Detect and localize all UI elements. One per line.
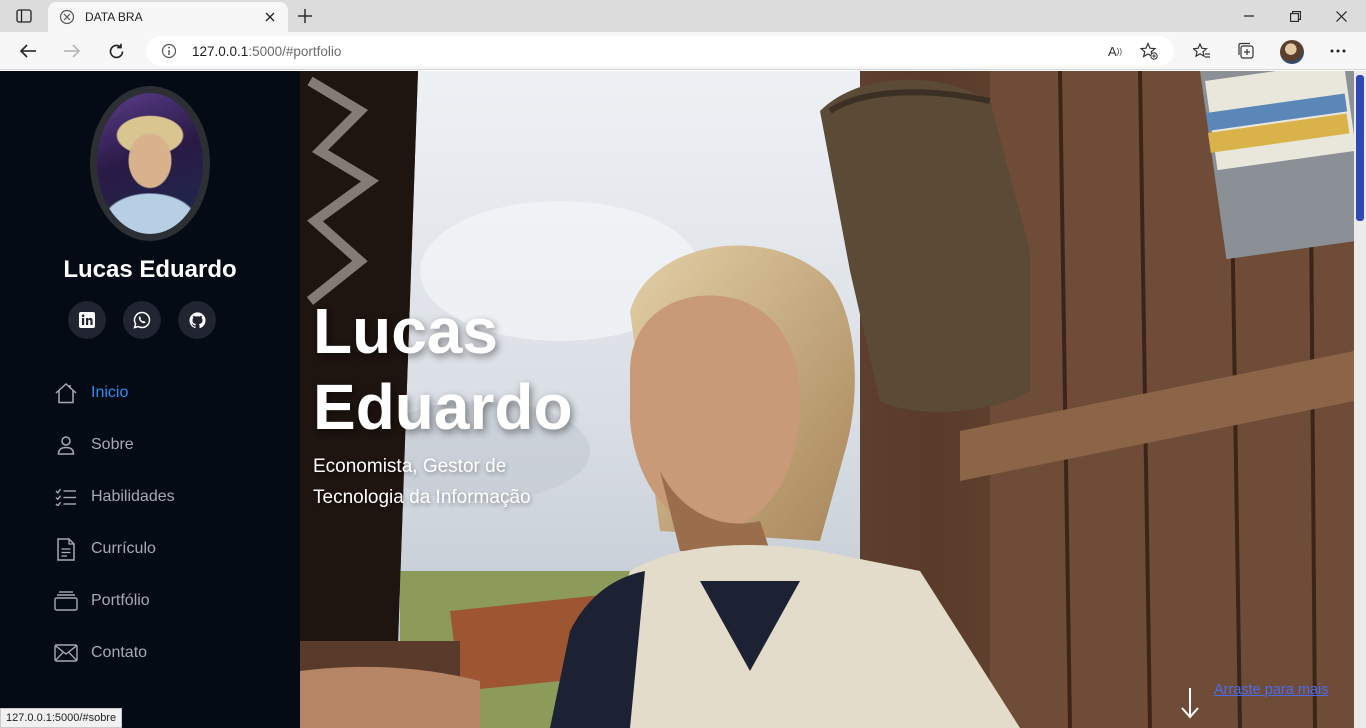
- menu-label-habilidades: Habilidades: [91, 488, 175, 505]
- status-url-tooltip: 127.0.0.1:5000/#sobre: [0, 708, 123, 728]
- profile-photo: [97, 93, 203, 234]
- favorites-icon[interactable]: [1186, 37, 1218, 65]
- menu-label-sobre: Sobre: [91, 436, 134, 453]
- site-info-icon[interactable]: [160, 42, 178, 60]
- home-icon: [54, 381, 78, 405]
- close-window-icon[interactable]: [1318, 0, 1364, 32]
- whatsapp-button[interactable]: [123, 301, 161, 339]
- minimize-icon[interactable]: [1226, 0, 1272, 32]
- hero-title: Lucas Eduardo: [313, 293, 573, 445]
- back-icon[interactable]: [13, 37, 43, 65]
- address-bar-row: 127.0.0.1:5000/#portfolio A)): [0, 32, 1366, 70]
- scrollbar-thumb[interactable]: [1356, 75, 1364, 221]
- whatsapp-icon: [133, 311, 151, 329]
- page-scrollbar[interactable]: [1354, 71, 1366, 728]
- menu-item-contato[interactable]: Contato: [54, 627, 175, 679]
- side-menu: Inicio Sobre Habilidades Currículo Portf…: [54, 367, 175, 679]
- add-favorite-icon[interactable]: [1136, 40, 1162, 62]
- close-tab-icon[interactable]: [258, 5, 282, 29]
- hero-subtitle: Economista, Gestor de Tecnologia da Info…: [313, 456, 531, 508]
- tab-actions-icon[interactable]: [10, 4, 38, 28]
- more-options-icon[interactable]: [1322, 37, 1354, 65]
- menu-item-curriculo[interactable]: Currículo: [54, 523, 175, 575]
- browser-tab[interactable]: DATA BRA: [48, 2, 288, 32]
- person-icon: [54, 433, 78, 457]
- envelope-icon: [54, 641, 78, 665]
- page: Lucas Eduardo Inicio Sobre Habilidades C…: [0, 71, 1366, 728]
- tab-favicon-icon: [58, 8, 76, 26]
- menu-label-contato: Contato: [91, 644, 148, 661]
- read-aloud-icon[interactable]: A)): [1102, 40, 1128, 62]
- menu-label-inicio: Inicio: [91, 384, 129, 401]
- sidebar: Lucas Eduardo Inicio Sobre Habilidades C…: [0, 71, 300, 728]
- restore-icon[interactable]: [1272, 0, 1318, 32]
- linkedin-button[interactable]: [68, 301, 106, 339]
- forward-icon[interactable]: [57, 37, 87, 65]
- hero-section: Lucas Eduardo Economista, Gestor de Tecn…: [300, 71, 1354, 728]
- profile-name[interactable]: Lucas Eduardo: [0, 256, 300, 284]
- list-check-icon: [54, 485, 78, 509]
- menu-item-portfolio[interactable]: Portfólio: [54, 575, 175, 627]
- scroll-more-link[interactable]: Arraste para mais: [1214, 682, 1328, 698]
- menu-item-habilidades[interactable]: Habilidades: [54, 471, 175, 523]
- github-button[interactable]: [178, 301, 216, 339]
- new-tab-icon[interactable]: [291, 4, 319, 28]
- reload-icon[interactable]: [101, 37, 131, 65]
- hero-title-line1: Lucas: [313, 295, 498, 367]
- profile-avatar[interactable]: [1280, 40, 1304, 64]
- hero-title-line2: Eduardo: [313, 371, 573, 443]
- address-field[interactable]: 127.0.0.1:5000/#portfolio A)): [146, 36, 1174, 66]
- collection-icon: [54, 589, 78, 613]
- linkedin-icon: [79, 312, 95, 328]
- menu-item-inicio[interactable]: Inicio: [54, 367, 175, 419]
- arrow-down-icon[interactable]: [1180, 687, 1200, 719]
- menu-label-portfolio: Portfólio: [91, 592, 150, 609]
- document-icon: [54, 537, 78, 561]
- menu-item-sobre[interactable]: Sobre: [54, 419, 175, 471]
- github-icon: [188, 311, 206, 328]
- tab-strip: DATA BRA: [0, 0, 1366, 32]
- url-text: 127.0.0.1:5000/#portfolio: [192, 43, 342, 59]
- collections-icon[interactable]: [1230, 37, 1262, 65]
- tab-title: DATA BRA: [85, 10, 143, 24]
- social-links: [68, 301, 216, 339]
- menu-label-curriculo: Currículo: [91, 540, 156, 557]
